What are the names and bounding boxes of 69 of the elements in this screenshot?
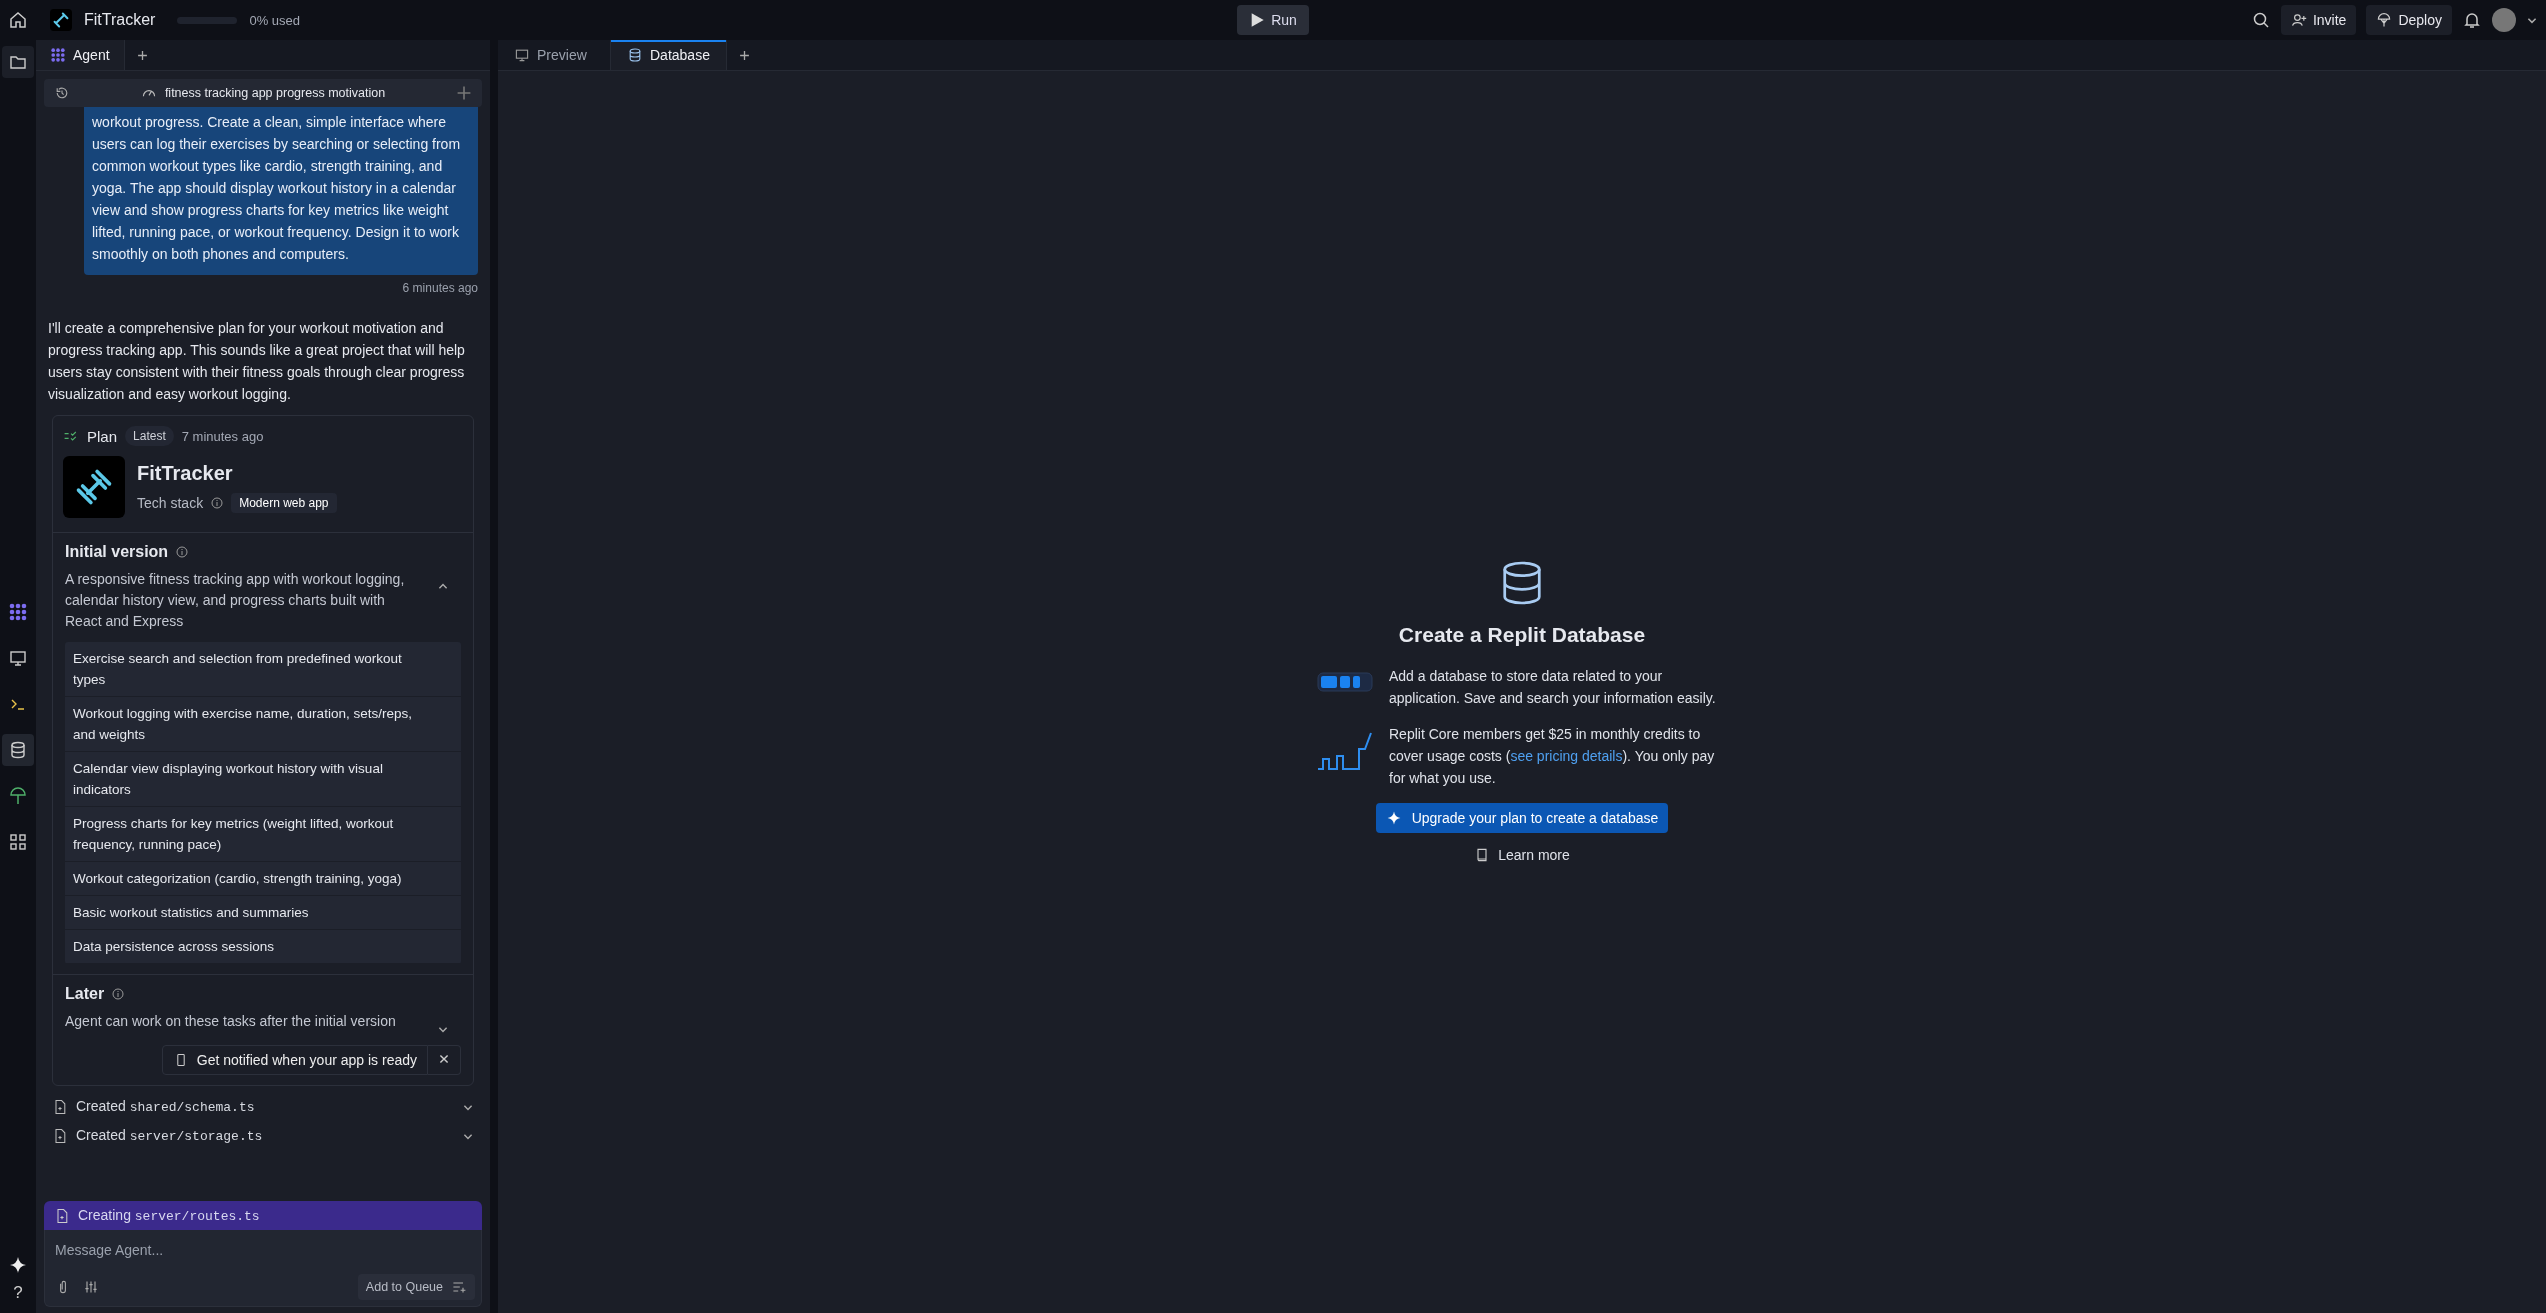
agent-message: I'll create a comprehensive plan for your workout motivation and progress tracking app. This sounds like a great project that will help users stay consistent with their fitness goals through clear progress visualization and easy workout logging. [48, 319, 466, 404]
invite-button[interactable]: Invite [2280, 5, 2357, 35]
folder-icon[interactable] [2, 46, 34, 78]
section-title: Later [65, 985, 105, 1003]
feature-item: Calendar view displaying workout history with visual indicators [65, 752, 461, 807]
close-icon [438, 1052, 450, 1065]
feature-item: Data persistence across sessions [65, 930, 461, 964]
plan-time: 7 minutes ago [181, 428, 264, 444]
chat-title: fitness tracking app progress motivation [164, 86, 386, 100]
message-input[interactable]: Message Agent... [44, 1230, 482, 1270]
dumbbell-app-icon [63, 456, 125, 518]
sliders-icon[interactable] [83, 1279, 99, 1295]
notify-button[interactable]: Get notified when your app is ready [161, 1045, 428, 1075]
feature-item: Basic workout statistics and summaries [65, 896, 461, 930]
info-icon[interactable] [112, 988, 125, 1000]
project-name[interactable]: FitTracker [84, 11, 156, 29]
file-icon [52, 1127, 68, 1144]
plan-label: Plan [87, 427, 118, 445]
database-icon [627, 47, 643, 63]
deploy-button[interactable]: Deploy [2366, 5, 2452, 35]
app-name: FitTracker [137, 461, 234, 485]
add-user-icon [2290, 12, 2307, 28]
info-icon[interactable] [211, 496, 224, 509]
info-text: Replit Core members get $25 in monthly credits to cover usage costs (see pricing details). You only pay for what you use. [1389, 725, 1716, 788]
queue-icon [451, 1279, 467, 1295]
avatar[interactable] [2492, 8, 2516, 32]
feature-item: Workout categorization (cardio, strength training, yoga) [65, 862, 461, 896]
feature-item: Workout logging with exercise name, duration, sets/reps, and weights [65, 697, 461, 752]
file-action: Created server/storage.ts [76, 1127, 264, 1144]
file-icon [54, 1207, 70, 1224]
info-text: Add a database to store data related to your application. Save and search your information easily. [1389, 667, 1717, 708]
usage-graph-icon [1317, 731, 1373, 771]
database-icon[interactable] [2, 733, 34, 766]
upgrade-button[interactable]: Upgrade your plan to create a database [1375, 803, 1669, 833]
usage-reading: 0% used [249, 12, 300, 28]
home-icon[interactable] [8, 10, 28, 30]
file-icon [52, 1098, 68, 1115]
pricing-link[interactable]: see pricing details [1510, 748, 1623, 764]
info-icon[interactable] [176, 546, 189, 558]
section-description: Agent can work on these tasks after the initial version [65, 1012, 396, 1031]
user-message: workout progress. Create a clean, simple interface where users can log their exercises by searching or selecting from common workout types like cardio, strength training, and yoga. The app should display workout history in a calendar view and show progress charts for key metrics like weight lifted, running pace, or workout frequency. Design it to work smoothly on both phones and computers. [84, 107, 478, 275]
message-time: 6 minutes ago [402, 281, 478, 295]
add-tab-icon[interactable] [738, 49, 750, 61]
add-to-queue-button[interactable]: Add to Queue [357, 1274, 475, 1300]
bell-icon[interactable] [2462, 10, 2482, 30]
feature-item: Exercise search and selection from predefined workout types [65, 642, 461, 697]
monitor-icon [514, 47, 530, 63]
database-tab[interactable]: Database [611, 40, 727, 70]
dots-grid-icon [50, 47, 66, 63]
database-icon [1502, 561, 1542, 605]
help-icon[interactable]: ? [13, 1283, 23, 1303]
tech-stack-label: Tech stack [137, 494, 204, 511]
section-description: A responsive fitness tracking app with workout logging, calendar history view, and progress charts built with React and Express [65, 570, 406, 631]
new-chat-icon[interactable] [456, 85, 472, 101]
progress-status: Creating server/routes.ts [78, 1207, 260, 1224]
feature-item: Progress charts for key metrics (weight lifted, workout frequency, running pace) [65, 807, 461, 862]
section-title: Initial version [65, 543, 169, 561]
run-button[interactable]: Run [1237, 5, 1309, 35]
agent-tab[interactable]: Agent [36, 40, 125, 70]
storage-bar-icon [1317, 671, 1373, 693]
play-icon [1249, 12, 1266, 28]
latest-badge: Latest [125, 426, 174, 446]
learn-more-link[interactable]: Learn more [1474, 847, 1570, 863]
file-action: Created shared/schema.ts [76, 1098, 256, 1115]
close-button[interactable] [428, 1045, 461, 1075]
add-tab-icon[interactable] [136, 49, 148, 61]
tech-stack-badge: Modern web app [231, 492, 337, 513]
history-icon[interactable] [54, 85, 70, 101]
empty-state-title: Create a Replit Database [1398, 623, 1646, 647]
